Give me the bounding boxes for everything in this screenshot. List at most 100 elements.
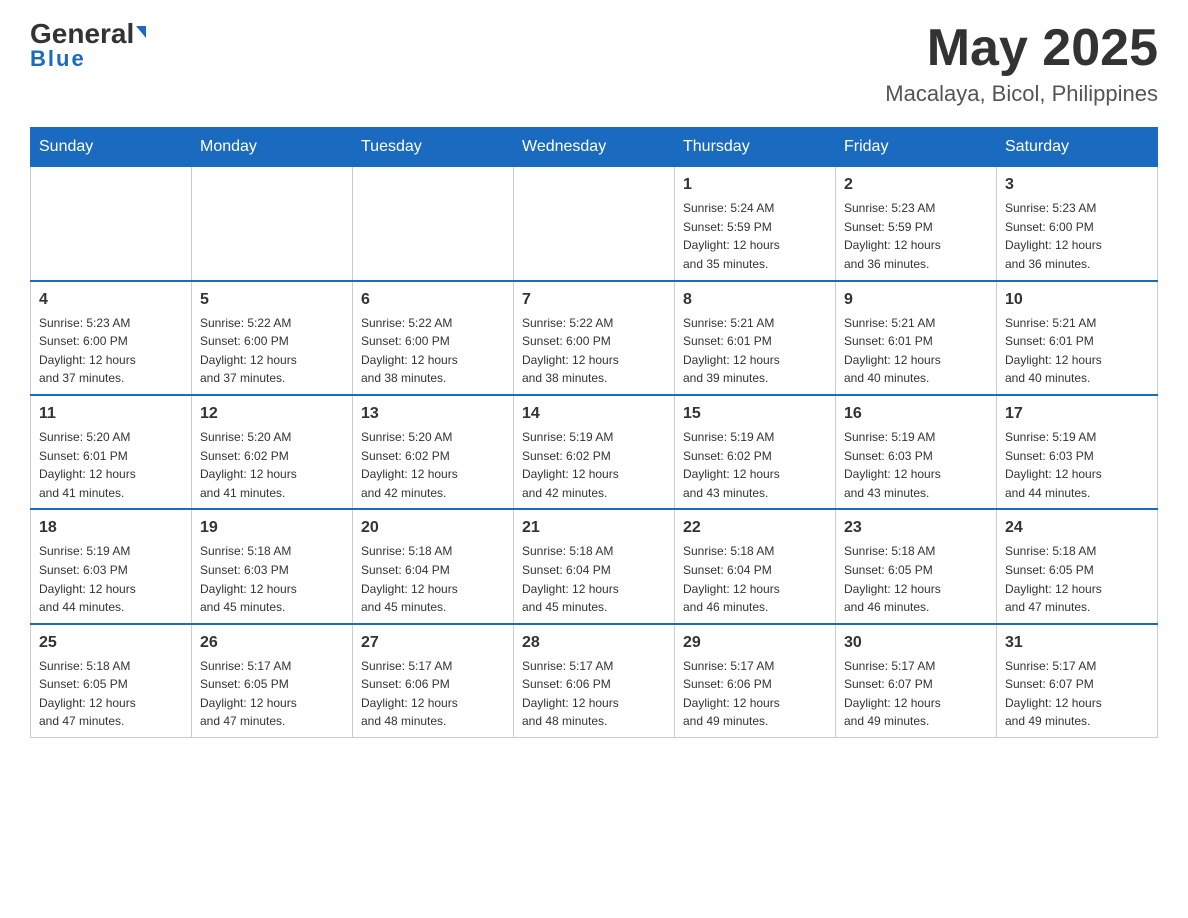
day-number: 16 (844, 402, 988, 426)
day-info: Sunrise: 5:17 AM Sunset: 6:07 PM Dayligh… (1005, 657, 1149, 731)
calendar-cell: 4Sunrise: 5:23 AM Sunset: 6:00 PM Daylig… (31, 281, 192, 395)
calendar-cell: 31Sunrise: 5:17 AM Sunset: 6:07 PM Dayli… (997, 624, 1158, 738)
calendar-cell: 9Sunrise: 5:21 AM Sunset: 6:01 PM Daylig… (836, 281, 997, 395)
day-number: 6 (361, 288, 505, 312)
calendar-cell: 23Sunrise: 5:18 AM Sunset: 6:05 PM Dayli… (836, 509, 997, 623)
day-info: Sunrise: 5:18 AM Sunset: 6:04 PM Dayligh… (361, 542, 505, 616)
calendar-cell: 1Sunrise: 5:24 AM Sunset: 5:59 PM Daylig… (675, 167, 836, 281)
weekday-header-monday: Monday (192, 128, 353, 167)
calendar-cell: 30Sunrise: 5:17 AM Sunset: 6:07 PM Dayli… (836, 624, 997, 738)
day-number: 25 (39, 631, 183, 655)
calendar-cell: 6Sunrise: 5:22 AM Sunset: 6:00 PM Daylig… (353, 281, 514, 395)
calendar-cell: 25Sunrise: 5:18 AM Sunset: 6:05 PM Dayli… (31, 624, 192, 738)
day-number: 5 (200, 288, 344, 312)
day-number: 3 (1005, 173, 1149, 197)
calendar-cell: 8Sunrise: 5:21 AM Sunset: 6:01 PM Daylig… (675, 281, 836, 395)
day-number: 9 (844, 288, 988, 312)
calendar-cell (353, 167, 514, 281)
day-info: Sunrise: 5:18 AM Sunset: 6:04 PM Dayligh… (522, 542, 666, 616)
day-info: Sunrise: 5:17 AM Sunset: 6:06 PM Dayligh… (522, 657, 666, 731)
day-info: Sunrise: 5:23 AM Sunset: 6:00 PM Dayligh… (1005, 199, 1149, 273)
weekday-header-thursday: Thursday (675, 128, 836, 167)
logo-blue: Blue (30, 46, 86, 72)
day-number: 31 (1005, 631, 1149, 655)
day-number: 17 (1005, 402, 1149, 426)
day-info: Sunrise: 5:23 AM Sunset: 5:59 PM Dayligh… (844, 199, 988, 273)
calendar-cell: 3Sunrise: 5:23 AM Sunset: 6:00 PM Daylig… (997, 167, 1158, 281)
day-number: 19 (200, 516, 344, 540)
day-info: Sunrise: 5:18 AM Sunset: 6:05 PM Dayligh… (1005, 542, 1149, 616)
calendar-cell: 2Sunrise: 5:23 AM Sunset: 5:59 PM Daylig… (836, 167, 997, 281)
calendar-cell: 19Sunrise: 5:18 AM Sunset: 6:03 PM Dayli… (192, 509, 353, 623)
day-number: 23 (844, 516, 988, 540)
day-info: Sunrise: 5:18 AM Sunset: 6:04 PM Dayligh… (683, 542, 827, 616)
day-number: 10 (1005, 288, 1149, 312)
calendar-cell: 29Sunrise: 5:17 AM Sunset: 6:06 PM Dayli… (675, 624, 836, 738)
calendar-cell: 20Sunrise: 5:18 AM Sunset: 6:04 PM Dayli… (353, 509, 514, 623)
calendar-cell (514, 167, 675, 281)
day-number: 11 (39, 402, 183, 426)
calendar-table: SundayMondayTuesdayWednesdayThursdayFrid… (30, 127, 1158, 738)
calendar-week-row: 1Sunrise: 5:24 AM Sunset: 5:59 PM Daylig… (31, 167, 1158, 281)
location-title: Macalaya, Bicol, Philippines (885, 81, 1158, 107)
day-info: Sunrise: 5:19 AM Sunset: 6:03 PM Dayligh… (39, 542, 183, 616)
page-header: General Blue May 2025 Macalaya, Bicol, P… (30, 20, 1158, 107)
day-info: Sunrise: 5:22 AM Sunset: 6:00 PM Dayligh… (522, 314, 666, 388)
day-number: 18 (39, 516, 183, 540)
calendar-cell: 24Sunrise: 5:18 AM Sunset: 6:05 PM Dayli… (997, 509, 1158, 623)
day-number: 4 (39, 288, 183, 312)
day-number: 2 (844, 173, 988, 197)
title-area: May 2025 Macalaya, Bicol, Philippines (885, 20, 1158, 107)
calendar-cell: 14Sunrise: 5:19 AM Sunset: 6:02 PM Dayli… (514, 395, 675, 509)
day-info: Sunrise: 5:17 AM Sunset: 6:07 PM Dayligh… (844, 657, 988, 731)
day-info: Sunrise: 5:21 AM Sunset: 6:01 PM Dayligh… (683, 314, 827, 388)
day-info: Sunrise: 5:17 AM Sunset: 6:05 PM Dayligh… (200, 657, 344, 731)
month-title: May 2025 (885, 20, 1158, 77)
weekday-header-friday: Friday (836, 128, 997, 167)
day-info: Sunrise: 5:19 AM Sunset: 6:02 PM Dayligh… (683, 428, 827, 502)
calendar-cell: 11Sunrise: 5:20 AM Sunset: 6:01 PM Dayli… (31, 395, 192, 509)
calendar-cell: 10Sunrise: 5:21 AM Sunset: 6:01 PM Dayli… (997, 281, 1158, 395)
day-number: 1 (683, 173, 827, 197)
calendar-week-row: 25Sunrise: 5:18 AM Sunset: 6:05 PM Dayli… (31, 624, 1158, 738)
calendar-week-row: 18Sunrise: 5:19 AM Sunset: 6:03 PM Dayli… (31, 509, 1158, 623)
calendar-cell: 17Sunrise: 5:19 AM Sunset: 6:03 PM Dayli… (997, 395, 1158, 509)
day-info: Sunrise: 5:19 AM Sunset: 6:03 PM Dayligh… (1005, 428, 1149, 502)
day-number: 22 (683, 516, 827, 540)
day-number: 20 (361, 516, 505, 540)
weekday-header-sunday: Sunday (31, 128, 192, 167)
day-info: Sunrise: 5:17 AM Sunset: 6:06 PM Dayligh… (683, 657, 827, 731)
day-number: 8 (683, 288, 827, 312)
day-number: 14 (522, 402, 666, 426)
day-info: Sunrise: 5:22 AM Sunset: 6:00 PM Dayligh… (361, 314, 505, 388)
calendar-cell: 12Sunrise: 5:20 AM Sunset: 6:02 PM Dayli… (192, 395, 353, 509)
calendar-cell (192, 167, 353, 281)
weekday-header-tuesday: Tuesday (353, 128, 514, 167)
calendar-cell: 5Sunrise: 5:22 AM Sunset: 6:00 PM Daylig… (192, 281, 353, 395)
day-number: 27 (361, 631, 505, 655)
logo-text: General (30, 20, 146, 48)
day-info: Sunrise: 5:18 AM Sunset: 6:03 PM Dayligh… (200, 542, 344, 616)
day-info: Sunrise: 5:17 AM Sunset: 6:06 PM Dayligh… (361, 657, 505, 731)
day-number: 28 (522, 631, 666, 655)
day-number: 26 (200, 631, 344, 655)
calendar-cell: 16Sunrise: 5:19 AM Sunset: 6:03 PM Dayli… (836, 395, 997, 509)
weekday-header-row: SundayMondayTuesdayWednesdayThursdayFrid… (31, 128, 1158, 167)
weekday-header-wednesday: Wednesday (514, 128, 675, 167)
calendar-cell: 28Sunrise: 5:17 AM Sunset: 6:06 PM Dayli… (514, 624, 675, 738)
day-number: 12 (200, 402, 344, 426)
day-number: 24 (1005, 516, 1149, 540)
day-number: 30 (844, 631, 988, 655)
day-info: Sunrise: 5:24 AM Sunset: 5:59 PM Dayligh… (683, 199, 827, 273)
day-info: Sunrise: 5:20 AM Sunset: 6:02 PM Dayligh… (361, 428, 505, 502)
calendar-cell: 21Sunrise: 5:18 AM Sunset: 6:04 PM Dayli… (514, 509, 675, 623)
day-info: Sunrise: 5:18 AM Sunset: 6:05 PM Dayligh… (39, 657, 183, 731)
day-info: Sunrise: 5:20 AM Sunset: 6:01 PM Dayligh… (39, 428, 183, 502)
day-number: 29 (683, 631, 827, 655)
calendar-cell: 26Sunrise: 5:17 AM Sunset: 6:05 PM Dayli… (192, 624, 353, 738)
day-number: 21 (522, 516, 666, 540)
day-info: Sunrise: 5:23 AM Sunset: 6:00 PM Dayligh… (39, 314, 183, 388)
day-info: Sunrise: 5:19 AM Sunset: 6:02 PM Dayligh… (522, 428, 666, 502)
calendar-cell: 22Sunrise: 5:18 AM Sunset: 6:04 PM Dayli… (675, 509, 836, 623)
day-info: Sunrise: 5:18 AM Sunset: 6:05 PM Dayligh… (844, 542, 988, 616)
